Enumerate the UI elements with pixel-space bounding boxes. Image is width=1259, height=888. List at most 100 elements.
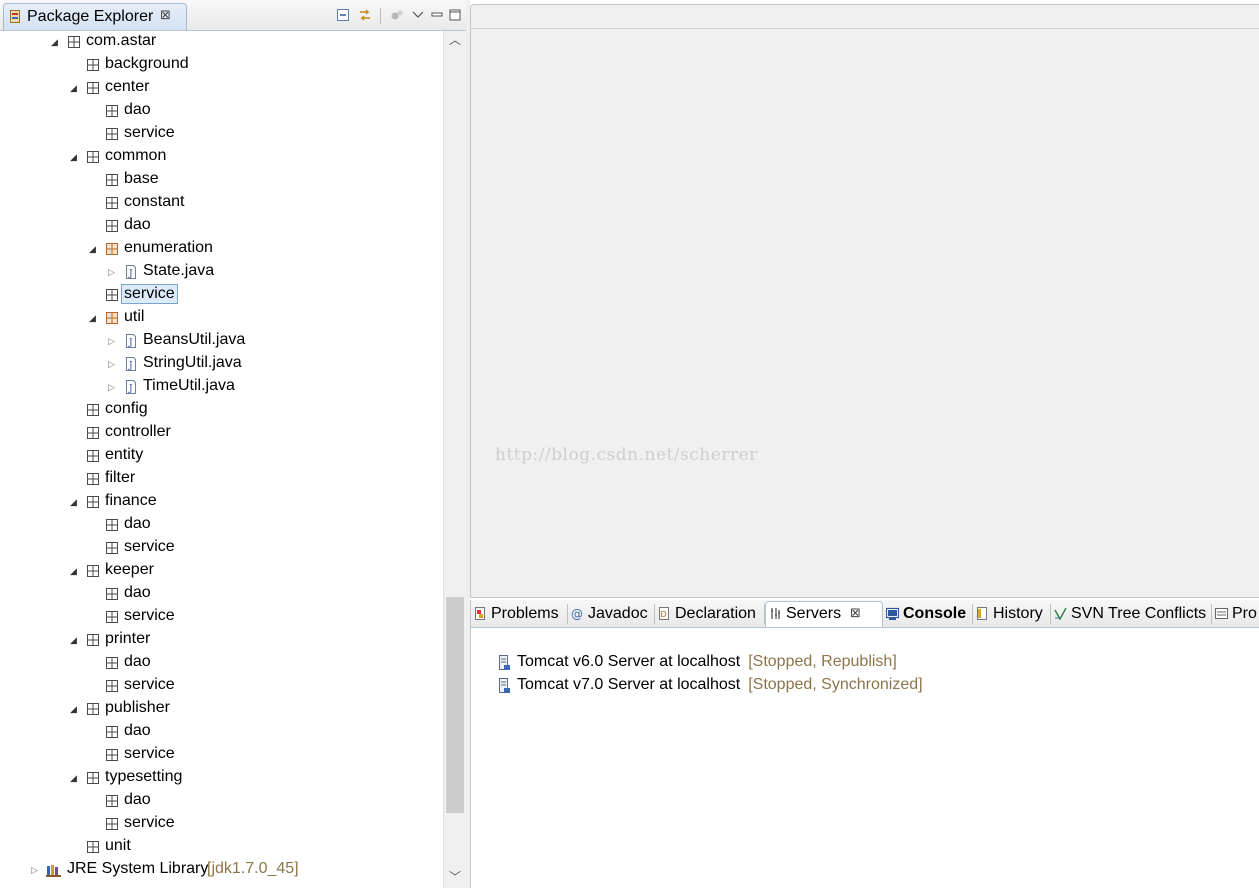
collapsed-twistie-icon[interactable]: ▷ [108, 381, 118, 393]
collapsed-twistie-icon[interactable]: ▷ [108, 266, 118, 278]
close-icon[interactable]: ⊠ [160, 7, 171, 23]
tab-history[interactable]: History [973, 602, 1051, 626]
tree-item-package[interactable]: config [0, 399, 443, 422]
tab-problems[interactable]: Problems [471, 602, 568, 626]
tree-item-package[interactable]: ◢ keeper [0, 560, 443, 583]
problems-icon [474, 607, 487, 621]
expanded-twistie-icon[interactable]: ◢ [70, 634, 80, 646]
tree-item-package[interactable]: ◢ com.astar [0, 31, 443, 54]
tree-item-package[interactable]: service [0, 284, 443, 307]
tab-package-explorer-label: Package Explorer [27, 8, 154, 25]
tree-item-label: service [124, 676, 175, 693]
collapsed-twistie-icon[interactable]: ▷ [108, 358, 118, 370]
expanded-twistie-icon[interactable]: ◢ [70, 82, 80, 94]
tree-item-label: StringUtil.java [143, 354, 242, 371]
java-file-icon: J [124, 357, 138, 371]
tree-item-label: keeper [105, 561, 154, 578]
package-icon-colored [105, 242, 119, 256]
package-icon [86, 472, 100, 486]
package-icon [105, 127, 119, 141]
expanded-twistie-icon[interactable]: ◢ [70, 565, 80, 577]
tree-item-package[interactable]: ◢ printer [0, 629, 443, 652]
tab-svn-tree-conflicts[interactable]: SVN Tree Conflicts [1051, 602, 1212, 626]
expanded-twistie-icon[interactable]: ◢ [70, 496, 80, 508]
tree-item-package[interactable]: background [0, 54, 443, 77]
tab-package-explorer[interactable]: Package Explorer ⊠ [3, 3, 187, 30]
tab-pro[interactable]: Pro [1212, 602, 1259, 626]
tree-item-package[interactable]: constant [0, 192, 443, 215]
collapsed-twistie-icon[interactable]: ▷ [108, 335, 118, 347]
tree-item-java-file[interactable]: ▷ J State.java [0, 261, 443, 284]
tab-servers[interactable]: Servers ⊠ [765, 601, 883, 627]
watermark-text: http://blog.csdn.net/scherrer [495, 445, 758, 465]
tab-declaration[interactable]: D Declaration [655, 602, 765, 626]
tree-item-package[interactable]: ◢ util [0, 307, 443, 330]
tree-item-package[interactable]: service [0, 813, 443, 836]
tree-item-package[interactable]: controller [0, 422, 443, 445]
collapse-all-icon[interactable] [336, 8, 350, 22]
expanded-twistie-icon[interactable]: ◢ [70, 772, 80, 784]
tree-item-package[interactable]: dao [0, 721, 443, 744]
tree-item-package[interactable]: dao [0, 790, 443, 813]
scroll-down-icon[interactable]: ﹀ [444, 868, 466, 888]
package-icon [86, 840, 100, 854]
tree-item-package[interactable]: dao [0, 583, 443, 606]
tree-item-label: controller [105, 423, 171, 440]
close-icon[interactable]: ⊠ [850, 605, 861, 621]
tree-item-label: dao [124, 791, 151, 808]
tree-item-package[interactable]: ◢ common [0, 146, 443, 169]
tree-item-package[interactable]: service [0, 744, 443, 767]
link-with-editor-icon[interactable] [358, 8, 372, 22]
package-icon [86, 564, 100, 578]
expanded-twistie-icon[interactable]: ◢ [89, 243, 99, 255]
tree-item-java-file[interactable]: ▷ J StringUtil.java [0, 353, 443, 376]
tree-item-package[interactable]: dao [0, 652, 443, 675]
package-icon [105, 794, 119, 808]
tree-item-java-file[interactable]: ▷ J TimeUtil.java [0, 376, 443, 399]
tree-item-package[interactable]: ◢ enumeration [0, 238, 443, 261]
package-tree[interactable]: ◢ com.astar background ◢ center dao service ◢ co… [0, 31, 443, 888]
package-icon [105, 817, 119, 831]
tree-item-package[interactable]: service [0, 606, 443, 629]
expanded-twistie-icon[interactable]: ◢ [89, 312, 99, 324]
tree-item-label: constant [124, 193, 185, 210]
tree-item-package[interactable]: ◢ center [0, 77, 443, 100]
tree-item-package[interactable]: service [0, 675, 443, 698]
tree-item-package[interactable]: service [0, 123, 443, 146]
tree-item-package[interactable]: dao [0, 514, 443, 537]
scroll-up-icon[interactable]: ︿ [444, 31, 466, 51]
tree-item-java-file[interactable]: ▷ J BeansUtil.java [0, 330, 443, 353]
toolbar-separator [380, 8, 381, 24]
expanded-twistie-icon[interactable]: ◢ [51, 36, 61, 48]
tree-item-package[interactable]: filter [0, 468, 443, 491]
tree-item-package[interactable]: base [0, 169, 443, 192]
scrollbar-thumb[interactable] [446, 597, 464, 813]
tree-item-library[interactable]: ▷ JRE System Library [jdk1.7.0_45] [0, 859, 443, 882]
collapsed-twistie-icon[interactable]: ▷ [31, 864, 41, 876]
console-icon [885, 607, 900, 621]
tab-javadoc[interactable]: @ Javadoc [568, 602, 655, 626]
svg-text:J: J [128, 338, 133, 348]
focus-task-icon[interactable] [390, 8, 404, 22]
package-explorer-view: Package Explorer ⊠ ◢ com.astar background ◢ [0, 0, 466, 888]
tree-item-package[interactable]: service [0, 537, 443, 560]
expanded-twistie-icon[interactable]: ◢ [70, 703, 80, 715]
tree-item-package[interactable]: dao [0, 100, 443, 123]
tree-item-package[interactable]: ◢ typesetting [0, 767, 443, 790]
expanded-twistie-icon[interactable]: ◢ [70, 151, 80, 163]
tree-item-package[interactable]: ◢ publisher [0, 698, 443, 721]
svg-text:D: D [661, 610, 667, 619]
maximize-icon[interactable] [448, 8, 462, 22]
view-menu-icon[interactable] [411, 8, 425, 22]
tree-item-package[interactable]: entity [0, 445, 443, 468]
tree-item-package[interactable]: unit [0, 836, 443, 859]
tree-scrollbar[interactable]: ︿ ﹀ [443, 31, 466, 888]
tab-console[interactable]: Console [883, 602, 973, 626]
tree-item-package[interactable]: ◢ finance [0, 491, 443, 514]
history-icon [976, 607, 989, 621]
tree-item-label: TimeUtil.java [143, 377, 235, 394]
package-icon [86, 150, 100, 164]
tree-item-package[interactable]: dao [0, 215, 443, 238]
minimize-icon[interactable] [430, 8, 444, 22]
servers-list[interactable]: Tomcat v6.0 Server at localhost [Stopped,… [471, 628, 1259, 888]
